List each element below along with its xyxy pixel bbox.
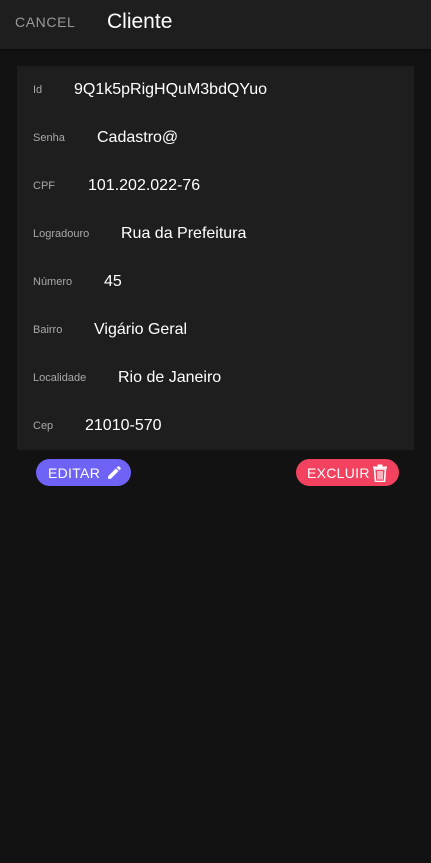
field-value-cep: 21010-570	[85, 417, 162, 434]
trash-icon	[372, 464, 388, 482]
field-label-id: Id	[33, 84, 43, 96]
delete-button-label: EXCLUIR	[307, 464, 370, 481]
field-label-cpf: CPF	[33, 180, 55, 192]
field-value-numero: 45	[104, 273, 122, 290]
edit-button[interactable]: EDITAR	[36, 459, 131, 486]
edit-button-label: EDITAR	[48, 464, 101, 481]
field-label-cep: Cep	[33, 420, 54, 432]
field-label-bairro: Bairro	[33, 324, 63, 336]
field-row-senha: Senha Cadastro@	[33, 114, 178, 162]
app-header: CANCEL Cliente	[0, 0, 431, 49]
page-title: Cliente	[107, 10, 173, 33]
field-value-localidade: Rio de Janeiro	[118, 369, 222, 386]
field-label-logradouro: Logradouro	[33, 228, 90, 240]
field-row-cep: Cep 21010-570	[33, 402, 162, 450]
field-value-bairro: Vigário Geral	[94, 321, 188, 338]
pencil-icon	[106, 464, 123, 481]
field-label-numero: Número	[33, 276, 73, 288]
field-row-bairro: Bairro Vigário Geral	[33, 306, 187, 354]
field-value-logradouro: Rua da Prefeitura	[121, 225, 247, 242]
field-value-senha: Cadastro@	[97, 129, 179, 146]
cancel-button[interactable]: CANCEL	[15, 14, 75, 30]
field-row-id: Id 9Q1k5pRigHQuM3bdQYuo	[33, 66, 267, 114]
field-label-senha: Senha	[33, 132, 65, 144]
client-details-card: Id 9Q1k5pRigHQuM3bdQYuo Senha Cadastro@ …	[17, 66, 414, 450]
field-row-numero: Número 45	[33, 258, 122, 306]
delete-button[interactable]: EXCLUIR	[296, 459, 399, 486]
field-value-id: 9Q1k5pRigHQuM3bdQYuo	[74, 81, 267, 98]
field-row-localidade: Localidade Rio de Janeiro	[33, 354, 221, 402]
field-row-cpf: CPF 101.202.022-76	[33, 162, 200, 210]
field-label-localidade: Localidade	[33, 372, 87, 384]
field-row-logradouro: Logradouro Rua da Prefeitura	[33, 210, 246, 258]
field-value-cpf: 101.202.022-76	[88, 177, 201, 194]
